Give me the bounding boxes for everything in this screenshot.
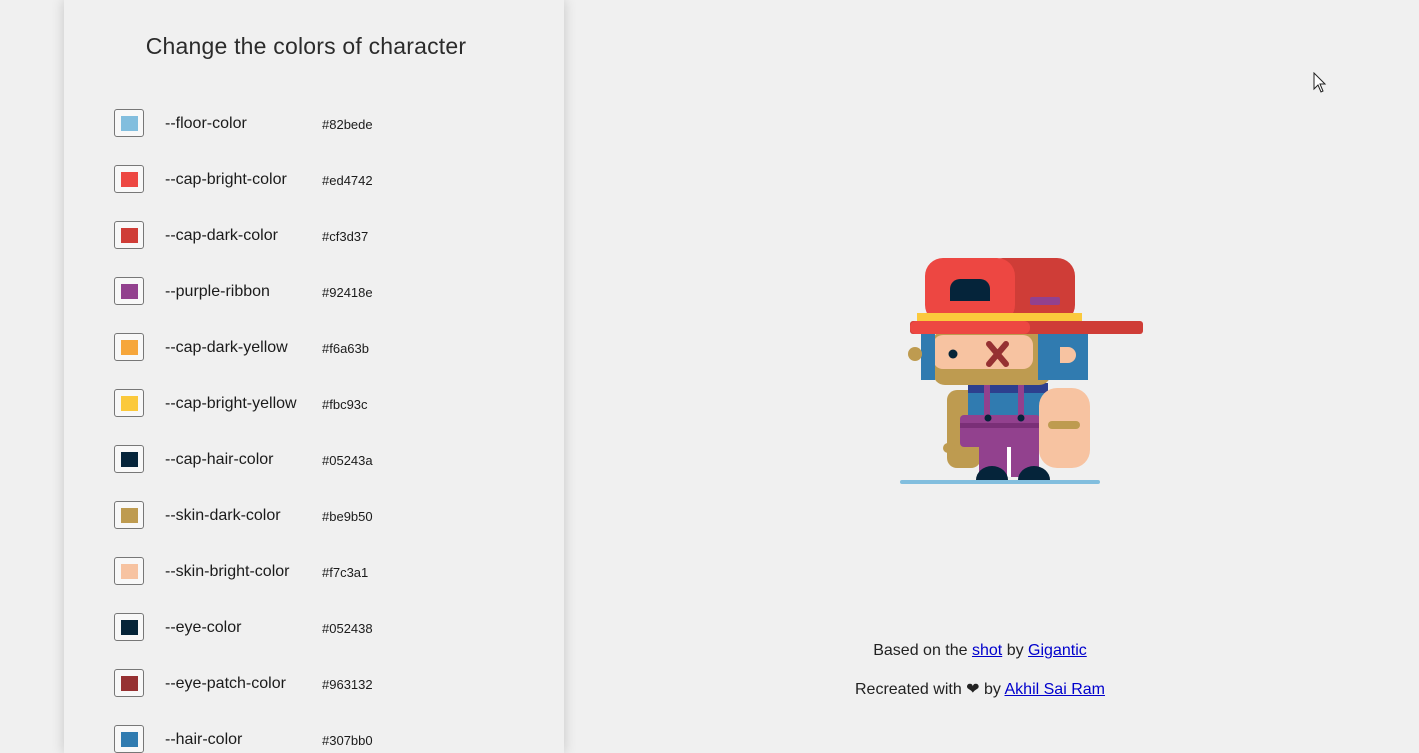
variable-name: --skin-dark-color <box>165 507 281 524</box>
variable-name: --cap-dark-yellow <box>165 339 288 356</box>
color-row: --floor-color #82bede <box>114 109 534 139</box>
ear <box>1060 347 1076 363</box>
variable-name: --cap-hair-color <box>165 451 274 468</box>
character-illustration <box>900 258 1143 484</box>
color-picker[interactable] <box>114 221 144 249</box>
color-picker[interactable] <box>114 725 144 753</box>
floor <box>900 480 1100 484</box>
hex-value: #cf3d37 <box>322 229 369 244</box>
color-swatch-fill <box>121 620 138 635</box>
panel-title: Change the colors of character <box>145 33 467 59</box>
color-picker[interactable] <box>114 501 144 529</box>
color-row: --cap-hair-color #05243a <box>114 445 534 475</box>
color-swatch-fill <box>121 452 138 467</box>
color-picker[interactable] <box>114 277 144 305</box>
eye <box>948 349 958 359</box>
front-hand-detail <box>1048 421 1080 429</box>
color-swatch-fill <box>121 732 138 747</box>
credit-line-1: Based on the shot by Gigantic <box>780 642 1180 660</box>
color-swatch-fill <box>121 676 138 691</box>
color-row: --hair-color #307bb0 <box>114 725 534 753</box>
cap-yellow-band <box>917 313 1082 321</box>
variable-name: --hair-color <box>165 731 243 748</box>
hex-value: #052438 <box>322 621 373 636</box>
belt <box>960 423 1040 428</box>
color-swatch-fill <box>121 508 138 523</box>
face <box>933 335 1033 369</box>
color-swatch-fill <box>121 116 138 131</box>
variable-name: --cap-bright-color <box>165 171 287 188</box>
color-row: --cap-bright-yellow #fbc93c <box>114 389 534 419</box>
color-row: --eye-patch-color #963132 <box>114 669 534 699</box>
color-row: --purple-ribbon #92418e <box>114 277 534 307</box>
color-swatch-fill <box>121 396 138 411</box>
back-hand <box>943 443 955 453</box>
author-link[interactable]: Akhil Sai Ram <box>1005 681 1105 698</box>
hex-value: #82bede <box>322 117 373 132</box>
cap-hair <box>950 279 990 301</box>
hair-front <box>921 333 935 380</box>
color-picker[interactable] <box>114 445 144 473</box>
hex-value: #963132 <box>322 677 373 692</box>
mouse-cursor-icon <box>1313 72 1327 93</box>
color-swatch-fill <box>121 340 138 355</box>
color-swatch-fill <box>121 228 138 243</box>
nose <box>908 347 922 361</box>
leg-gap <box>1007 447 1011 477</box>
variable-name: --eye-patch-color <box>165 675 286 692</box>
color-picker[interactable] <box>114 557 144 585</box>
color-picker[interactable] <box>114 333 144 361</box>
credit-line-2: Recreated with ❤ by Akhil Sai Ram <box>780 679 1180 699</box>
hex-value: #fbc93c <box>322 397 368 412</box>
credit-prefix: Based on the <box>873 642 968 659</box>
pants <box>960 415 1040 447</box>
color-row: --cap-dark-color #cf3d37 <box>114 221 534 251</box>
color-row: --eye-color #052438 <box>114 613 534 643</box>
credit-by: by <box>1006 642 1024 659</box>
hex-value: #f6a63b <box>322 341 369 356</box>
color-picker[interactable] <box>114 613 144 641</box>
shot-link[interactable]: shot <box>972 642 1002 659</box>
hex-value: #be9b50 <box>322 509 373 524</box>
color-picker[interactable] <box>114 165 144 193</box>
color-row: --cap-dark-yellow #f6a63b <box>114 333 534 363</box>
credit-by: by <box>984 681 1001 698</box>
color-row: --cap-bright-color #ed4742 <box>114 165 534 195</box>
color-row: --skin-dark-color #be9b50 <box>114 501 534 531</box>
color-settings-panel: Change the colors of character --floor-c… <box>64 0 564 753</box>
variable-name: --eye-color <box>165 619 242 636</box>
hex-value: #92418e <box>322 285 373 300</box>
recreated-prefix: Recreated with <box>855 681 962 698</box>
color-swatch-fill <box>121 284 138 299</box>
variable-name: --skin-bright-color <box>165 563 290 580</box>
hex-value: #ed4742 <box>322 173 373 188</box>
hex-value: #f7c3a1 <box>322 565 369 580</box>
variable-name: --cap-bright-yellow <box>165 395 297 412</box>
color-swatch-fill <box>121 172 138 187</box>
cap-brim-bright <box>910 321 1030 334</box>
color-picker[interactable] <box>114 669 144 697</box>
heart-icon: ❤ <box>966 681 980 698</box>
color-row: --skin-bright-color #f7c3a1 <box>114 557 534 587</box>
button-left <box>984 414 992 422</box>
hex-value: #307bb0 <box>322 733 373 748</box>
variable-name: --purple-ribbon <box>165 283 270 300</box>
color-swatch-fill <box>121 564 138 579</box>
variable-name: --cap-dark-color <box>165 227 278 244</box>
gigantic-link[interactable]: Gigantic <box>1028 642 1087 659</box>
color-picker[interactable] <box>114 389 144 417</box>
variable-name: --floor-color <box>165 115 247 132</box>
button-right <box>1017 414 1025 422</box>
color-picker[interactable] <box>114 109 144 137</box>
purple-ribbon <box>1030 297 1060 305</box>
hex-value: #05243a <box>322 453 373 468</box>
